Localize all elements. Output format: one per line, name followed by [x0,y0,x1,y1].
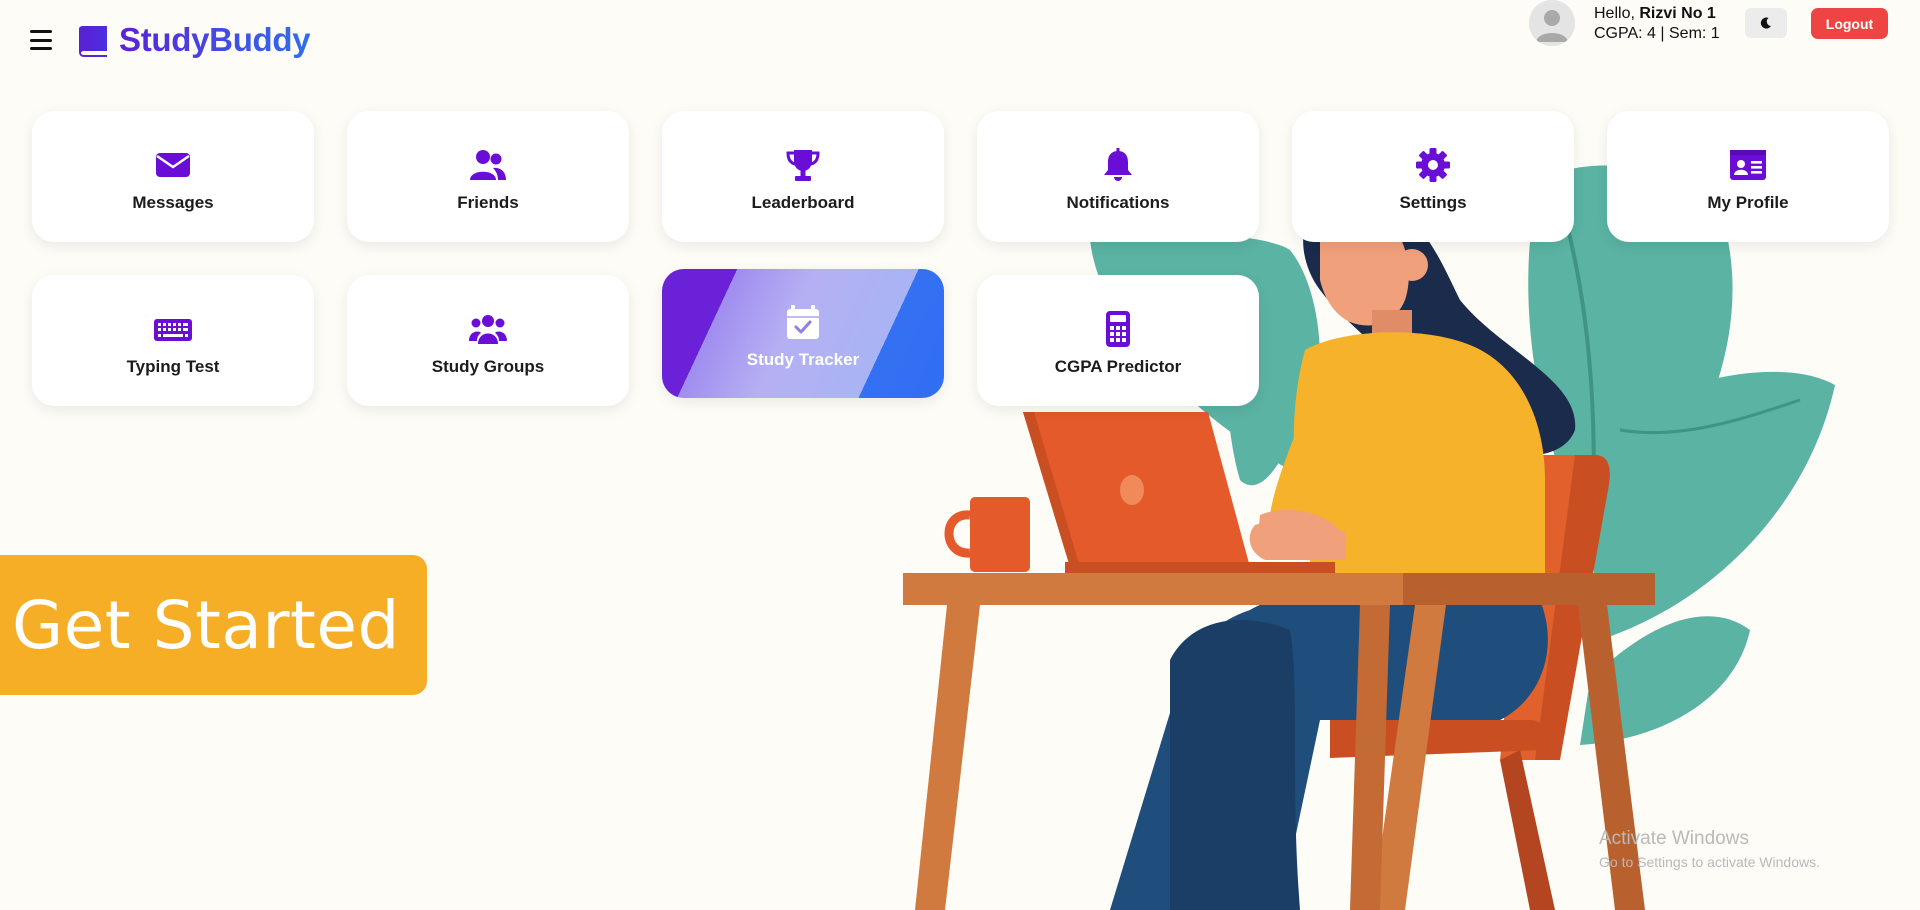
user-name: Rizvi No 1 [1639,5,1716,22]
calendar-check-icon [787,304,819,339]
watermark-subtitle: Go to Settings to activate Windows. [1599,854,1820,870]
users-icon [470,149,506,180]
tile-my-profile[interactable]: My Profile [1607,111,1889,242]
book-icon [79,25,107,57]
get-started-label: Get Started [12,586,400,664]
tile-label: Notifications [1066,192,1170,212]
tile-label: Study Tracker [746,349,860,369]
greeting-prefix: Hello, [1594,5,1635,22]
top-bar: StudyBuddy Hello, Rizvi No 1 CGPA: 4 | S… [0,0,1920,80]
hero-illustration [880,150,1880,910]
activation-watermark: Activate Windows Go to Settings to activ… [1599,828,1820,871]
theme-toggle-button[interactable] [1745,8,1787,38]
calculator-icon [1106,310,1130,347]
id-card-icon [1730,149,1766,180]
get-started-button[interactable]: Get Started [0,555,427,695]
tile-settings[interactable]: Settings [1292,111,1574,242]
user-info: Hello, Rizvi No 1 CGPA: 4 | Sem: 1 [1594,4,1720,44]
bell-icon [1104,147,1132,181]
tile-label: Settings [1399,192,1467,212]
logout-button[interactable]: Logout [1811,8,1888,39]
tile-notifications[interactable]: Notifications [977,111,1259,242]
tile-cgpa-predictor[interactable]: CGPA Predictor [977,275,1259,406]
avatar[interactable] [1529,0,1575,46]
tile-study-groups[interactable]: Study Groups [347,275,629,406]
tile-typing-test[interactable]: Typing Test [32,275,314,406]
menu-icon[interactable] [30,30,52,50]
tile-label: Messages [132,192,214,212]
keyboard-icon [154,318,192,341]
group-icon [469,314,507,344]
tile-label: My Profile [1707,192,1789,212]
tile-friends[interactable]: Friends [347,111,629,242]
moon-icon [1760,17,1771,29]
trophy-icon [786,149,820,181]
tile-study-tracker[interactable]: Study Tracker [662,269,944,398]
user-stats: CGPA: 4 | Sem: 1 [1594,25,1720,42]
tile-messages[interactable]: Messages [32,111,314,242]
user-avatar-icon [1529,0,1575,46]
tile-label: Typing Test [126,356,220,376]
tile-label: CGPA Predictor [1054,356,1182,376]
tile-leaderboard[interactable]: Leaderboard [662,111,944,242]
tile-label: Friends [457,192,519,212]
watermark-title: Activate Windows [1599,828,1749,849]
gear-icon [1416,147,1450,182]
tile-label: Leaderboard [751,192,855,212]
brand-logo[interactable]: StudyBuddy [77,20,311,60]
brand-name: StudyBuddy [119,21,311,58]
envelope-icon [156,152,190,177]
tile-label: Study Groups [431,356,545,376]
